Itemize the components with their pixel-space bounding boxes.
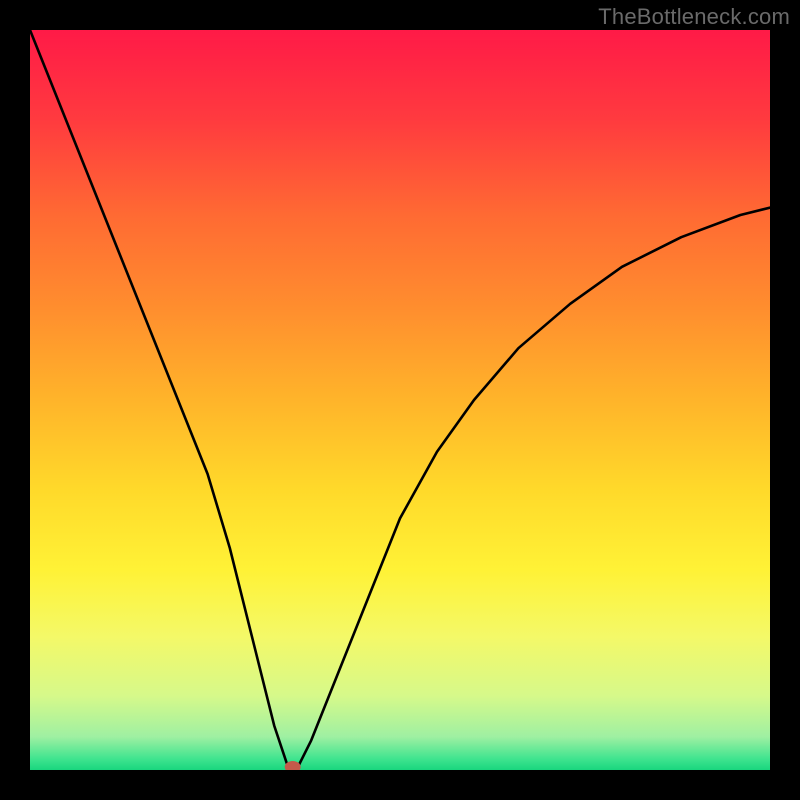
gradient-background (30, 30, 770, 770)
chart-canvas (30, 30, 770, 770)
chart-frame: TheBottleneck.com (0, 0, 800, 800)
watermark-text: TheBottleneck.com (598, 4, 790, 30)
plot-area (30, 30, 770, 770)
